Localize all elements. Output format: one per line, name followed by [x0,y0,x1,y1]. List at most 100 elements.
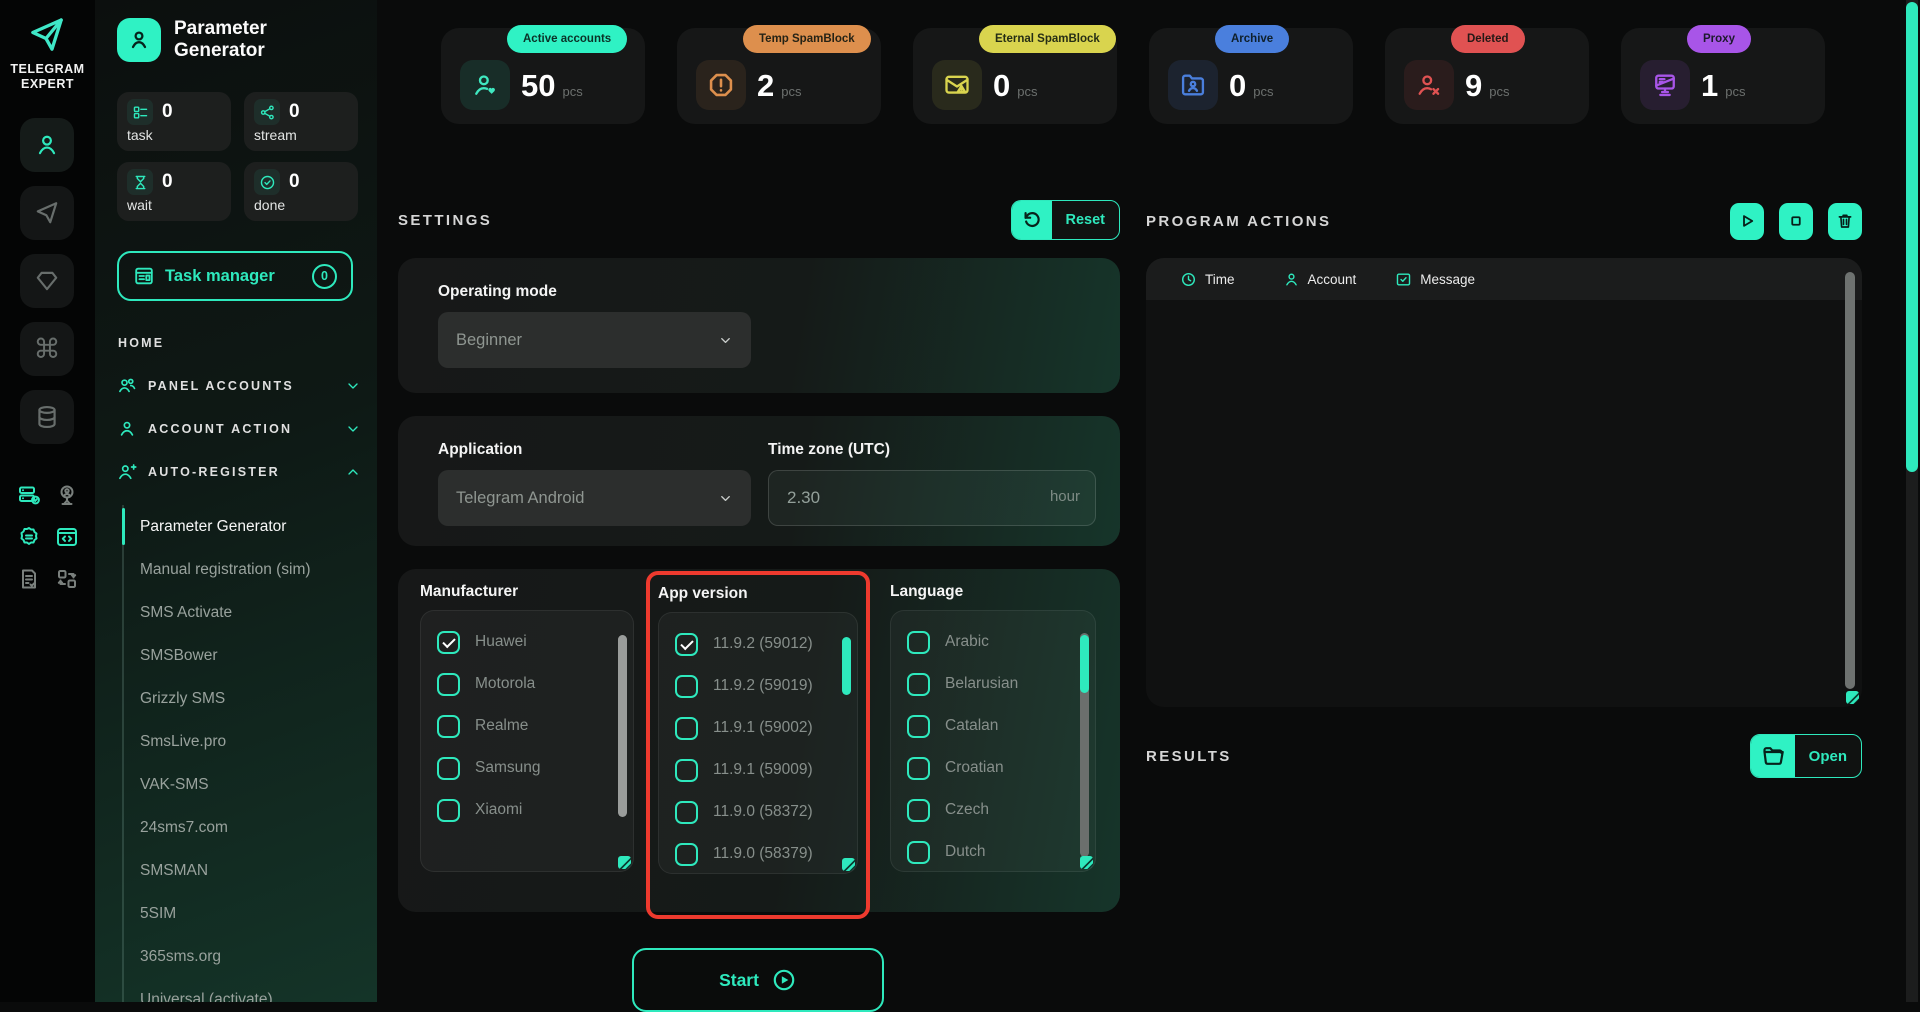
checkbox[interactable] [907,673,930,696]
language-option[interactable]: Croatian [907,747,1067,789]
manufacturer-option[interactable]: Huawei [437,621,605,663]
run-button[interactable] [1730,203,1764,240]
checkbox[interactable] [675,843,698,866]
column-time[interactable]: Time [1180,271,1235,288]
sidebar-submenu-item[interactable]: Manual registration (sim) [124,548,362,591]
open-results-button[interactable]: Open [1750,734,1862,778]
checkbox[interactable] [675,633,698,656]
checkbox[interactable] [907,841,930,864]
sidebar-submenu-item[interactable]: 365sms.org [124,935,362,978]
language-option[interactable]: Arabic [907,621,1067,663]
status-badge[interactable]: Eternal SpamBlock [979,25,1116,53]
rail-command-icon[interactable]: ⌘ [20,322,74,376]
rail-send-icon[interactable] [20,186,74,240]
app-version-option[interactable]: 11.9.0 (58372) [675,791,829,833]
manufacturer-option[interactable]: Samsung [437,747,605,789]
manufacturer-option[interactable]: Realme [437,705,605,747]
app-version-option[interactable]: 11.9.0 (58379) [675,833,829,874]
sidebar-submenu-item[interactable]: VAK-SMS [124,763,362,806]
language-option[interactable]: Catalan [907,705,1067,747]
clear-button[interactable] [1828,203,1862,240]
sidebar-submenu-item[interactable]: SMSMAN [124,849,362,892]
stop-button[interactable] [1779,203,1813,240]
sidebar-submenu-item[interactable]: Grizzly SMS [124,677,362,720]
sidebar-item-account-action[interactable]: ACCOUNT ACTION [117,407,361,450]
gear-icon[interactable] [16,524,42,550]
stat-card-proxy[interactable]: Proxy 1pcs [1621,28,1825,124]
status-badge[interactable]: Active accounts [507,25,627,53]
stat-card-temp-spamblock[interactable]: Temp SpamBlock 2pcs [677,28,881,124]
status-badge[interactable]: Deleted [1451,25,1525,53]
sidebar-submenu-item[interactable]: SMSBower [124,634,362,677]
sidebar-item-panel-accounts[interactable]: PANEL ACCOUNTS [117,364,361,407]
application-select[interactable]: Telegram Android [438,470,751,526]
resize-handle[interactable] [618,856,631,869]
app-version-option[interactable]: 11.9.1 (59002) [675,707,829,749]
start-button[interactable]: Start [632,948,884,1012]
swap-boxes-icon[interactable] [54,566,80,592]
language-option[interactable]: Dutch [907,831,1067,872]
manufacturer-option[interactable]: Motorola [437,663,605,705]
language-label: Language [890,583,1096,601]
status-badge[interactable]: Temp SpamBlock [743,25,871,53]
stat-card-active-accounts[interactable]: Active accounts 50pcs [441,28,645,124]
timezone-input[interactable] [768,470,1096,526]
column-message[interactable]: Message [1395,271,1475,288]
checkbox[interactable] [437,757,460,780]
rail-user-icon[interactable] [20,118,74,172]
sidebar-submenu-item[interactable]: 5SIM [124,892,362,935]
checkbox[interactable] [907,757,930,780]
checkbox[interactable] [437,799,460,822]
resize-handle[interactable] [1846,691,1859,704]
stat-card-archive[interactable]: Archive 0pcs [1149,28,1353,124]
status-badge[interactable]: Archive [1215,25,1289,53]
table-scrollbar[interactable] [1845,272,1855,689]
checkbox[interactable] [907,799,930,822]
manufacturer-scrollbar[interactable] [618,633,627,857]
document-check-icon[interactable] [16,566,42,592]
checkbox[interactable] [675,675,698,698]
page-scrollbar-thumb[interactable] [1906,2,1918,472]
sidebar-item-auto-register[interactable]: AUTO-REGISTER [117,450,361,493]
checkbox[interactable] [437,631,460,654]
user-cam-icon[interactable] [54,482,80,508]
rail-diamond-icon[interactable] [20,254,74,308]
resize-handle[interactable] [1080,856,1093,869]
checkbox-label: 11.9.1 (59002) [713,719,813,737]
checkbox[interactable] [437,715,460,738]
checkbox[interactable] [675,759,698,782]
scrollbar-thumb[interactable] [1080,635,1089,693]
language-option[interactable]: Belarusian [907,663,1067,705]
page-scrollbar[interactable] [1906,0,1918,1002]
sidebar-submenu-item[interactable]: Parameter Generator [124,505,362,548]
scrollbar-thumb[interactable] [842,637,851,695]
app-version-scrollbar[interactable] [842,635,851,859]
stat-card-deleted[interactable]: Deleted 9pcs [1385,28,1589,124]
app-version-option[interactable]: 11.9.2 (59012) [675,623,829,665]
stat-card-eternal-spamblock[interactable]: Eternal SpamBlock 0pcs [913,28,1117,124]
server-check-icon[interactable] [16,482,42,508]
status-badge[interactable]: Proxy [1687,25,1751,53]
language-option[interactable]: Czech [907,789,1067,831]
checkbox[interactable] [907,715,930,738]
task-manager-button[interactable]: Task manager 0 [117,251,353,301]
reset-button[interactable]: Reset [1011,200,1121,240]
scrollbar-thumb[interactable] [618,635,627,817]
checkbox[interactable] [437,673,460,696]
sidebar-submenu-item[interactable]: SmsLive.pro [124,720,362,763]
sidebar-submenu-item[interactable]: 24sms7.com [124,806,362,849]
rail-database-icon[interactable] [20,390,74,444]
language-scrollbar[interactable] [1080,633,1089,857]
sidebar-submenu-item[interactable]: SMS Activate [124,591,362,634]
code-window-icon[interactable] [54,524,80,550]
checkbox[interactable] [907,631,930,654]
manufacturer-option[interactable]: Xiaomi [437,789,605,831]
checkbox[interactable] [675,801,698,824]
resize-handle[interactable] [842,858,855,871]
checkbox[interactable] [675,717,698,740]
column-account[interactable]: Account [1283,271,1357,288]
app-version-option[interactable]: 11.9.2 (59019) [675,665,829,707]
sidebar-submenu-item[interactable]: Universal (activate) [124,978,362,1002]
operating-mode-select[interactable]: Beginner [438,312,751,368]
app-version-option[interactable]: 11.9.1 (59009) [675,749,829,791]
